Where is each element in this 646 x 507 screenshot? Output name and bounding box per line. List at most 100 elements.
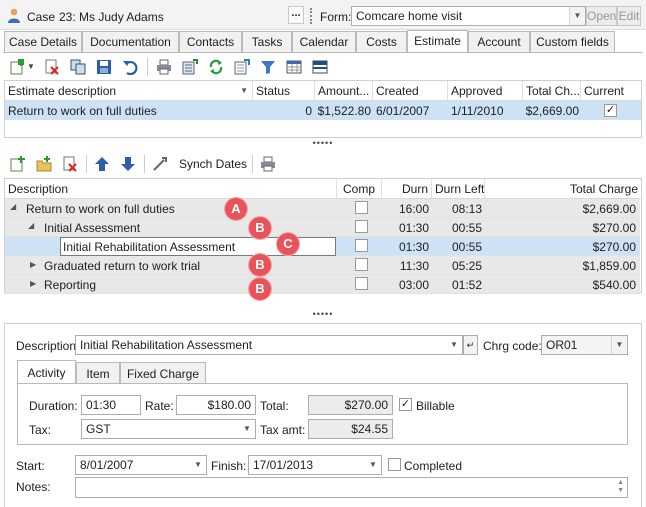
save-icon[interactable] <box>96 59 112 75</box>
completed-checkbox[interactable] <box>388 458 401 471</box>
collapse-icon[interactable]: ◢ <box>10 202 16 211</box>
splitter-top[interactable]: ••••• <box>300 138 346 148</box>
refresh-icon[interactable] <box>208 59 224 75</box>
tax-label: Tax: <box>29 423 52 437</box>
copy-icon[interactable] <box>70 59 86 75</box>
tab-documentation[interactable]: Documentation <box>82 31 179 52</box>
col-amount[interactable]: Amount... <box>315 81 373 100</box>
scroll-arrow-icon[interactable]: ▲ ▼ <box>617 479 624 495</box>
export-icon[interactable] <box>182 59 198 75</box>
subtab-fixed-charge[interactable]: Fixed Charge <box>120 362 206 383</box>
comp-checkbox[interactable] <box>355 239 368 252</box>
tree-row[interactable]: ◢ Return to work on full duties 16:00 08… <box>5 199 640 218</box>
comp-checkbox[interactable] <box>355 258 368 271</box>
splitter-bottom[interactable]: ••••• <box>300 309 346 319</box>
col-description[interactable]: Description <box>5 179 337 198</box>
tax-select[interactable]: GST ▼ <box>81 419 256 439</box>
more-button[interactable]: ... <box>288 6 304 24</box>
col-durn[interactable]: Durn <box>382 179 432 198</box>
synch-dates-button[interactable]: Synch Dates <box>152 155 248 173</box>
add-node-icon[interactable] <box>10 156 26 172</box>
billable-checkbox[interactable]: ✓ <box>399 398 412 411</box>
col-status[interactable]: Status <box>253 81 315 100</box>
marker-b: B <box>249 278 271 300</box>
rate-field[interactable]: $180.00 <box>176 395 256 415</box>
start-date-field[interactable]: 8/01/2007 ▼ <box>75 455 207 475</box>
current-checkbox[interactable]: ✓ <box>604 104 617 117</box>
notes-field[interactable]: ▲ ▼ <box>75 477 628 498</box>
subtab-item[interactable]: Item <box>76 362 120 383</box>
tree-row[interactable]: ◢ Initial Assessment 01:30 00:55 $270.00 <box>5 218 640 237</box>
print-icon[interactable] <box>156 59 172 75</box>
print-tree-icon[interactable] <box>260 156 276 172</box>
open-button[interactable]: Open <box>586 6 617 26</box>
tax-amt-label: Tax amt: <box>260 423 306 437</box>
col-comp[interactable]: Comp <box>337 179 382 198</box>
comp-checkbox[interactable] <box>355 201 368 214</box>
estimate-amount-cell: $1,522.80 <box>317 104 371 118</box>
add-icon[interactable] <box>10 59 26 75</box>
case-label: Case <box>27 10 56 24</box>
marker-a: A <box>225 198 247 220</box>
col-total-charge[interactable]: Total Charge <box>485 179 641 198</box>
estimate-created-cell: 6/01/2007 <box>376 104 430 118</box>
calendar-dropdown-icon[interactable]: ▼ <box>190 456 206 474</box>
col-current[interactable]: Current <box>581 81 641 100</box>
chevron-down-icon[interactable]: ▼ <box>446 336 462 354</box>
duration-label: Duration: <box>29 399 78 413</box>
tab-case-details[interactable]: Case Details <box>4 31 82 52</box>
person-icon <box>7 8 23 24</box>
billable-label: Billable <box>416 399 455 413</box>
tree-row[interactable]: ▶ Reporting 03:00 01:52 $540.00 <box>5 275 640 294</box>
tab-estimate[interactable]: Estimate <box>407 30 468 52</box>
undo-icon[interactable] <box>122 59 138 76</box>
edit-button[interactable]: Edit <box>617 6 641 26</box>
layout-icon[interactable] <box>312 59 328 75</box>
chevron-down-icon[interactable]: ▼ <box>569 7 585 25</box>
chevron-down-icon[interactable]: ▼ <box>239 420 255 438</box>
comp-checkbox[interactable] <box>355 277 368 290</box>
collapse-icon[interactable]: ◢ <box>28 221 34 230</box>
tab-account[interactable]: Account <box>468 31 530 52</box>
col-created[interactable]: Created <box>373 81 448 100</box>
notes-label: Notes: <box>16 480 51 494</box>
col-durn-left[interactable]: Durn Left <box>432 179 485 198</box>
comp-checkbox[interactable] <box>355 220 368 233</box>
toolbar-separator <box>86 155 87 173</box>
form-select[interactable]: Comcare home visit ▼ <box>351 6 586 26</box>
subtab-activity[interactable]: Activity <box>17 360 76 383</box>
add-folder-icon[interactable] <box>36 156 52 172</box>
table-icon[interactable] <box>286 59 302 75</box>
col-approved[interactable]: Approved <box>448 81 523 100</box>
col-estimate-description[interactable]: Estimate description ▼ <box>5 81 253 100</box>
estimate-row[interactable]: Return to work on full duties 0 $1,522.8… <box>5 101 641 120</box>
chevron-down-icon[interactable]: ▼ <box>611 336 627 354</box>
finish-date-field[interactable]: 17/01/2013 ▼ <box>248 455 382 475</box>
chrg-code-select[interactable]: OR01 ▼ <box>541 335 628 355</box>
delete-icon[interactable] <box>44 59 60 75</box>
filter-icon[interactable] <box>260 59 276 75</box>
tab-custom-fields[interactable]: Custom fields <box>530 31 615 52</box>
move-up-icon[interactable] <box>94 156 110 172</box>
expand-icon[interactable]: ▶ <box>30 279 36 288</box>
description-label: Description <box>16 339 77 353</box>
delete-node-icon[interactable] <box>62 156 78 172</box>
tab-contacts[interactable]: Contacts <box>179 31 242 52</box>
move-down-icon[interactable] <box>120 156 136 172</box>
tab-tasks[interactable]: Tasks <box>242 31 292 52</box>
col-total-charge[interactable]: Total Ch... <box>523 81 581 100</box>
expand-icon[interactable]: ▶ <box>30 260 36 269</box>
tree-grid-header: Description Comp Durn Durn Left Total Ch… <box>5 179 641 199</box>
import-icon[interactable] <box>234 59 250 75</box>
tab-calendar[interactable]: Calendar <box>292 31 356 52</box>
marker-b: B <box>249 217 271 239</box>
tree-row[interactable]: Initial Rehabilitation Assessment 01:30 … <box>5 237 640 256</box>
tab-costs[interactable]: Costs <box>356 31 407 52</box>
add-dropdown-icon[interactable]: ▼ <box>27 62 35 71</box>
description-field[interactable]: Initial Rehabilitation Assessment ▼ <box>75 335 463 355</box>
case-value: 23: Ms Judy Adams <box>59 10 164 24</box>
tree-row[interactable]: ▶ Graduated return to work trial 11:30 0… <box>5 256 640 275</box>
calendar-dropdown-icon[interactable]: ▼ <box>365 456 381 474</box>
duration-field[interactable]: 01:30 <box>81 395 141 415</box>
description-link-button[interactable]: ↵ <box>463 335 478 355</box>
